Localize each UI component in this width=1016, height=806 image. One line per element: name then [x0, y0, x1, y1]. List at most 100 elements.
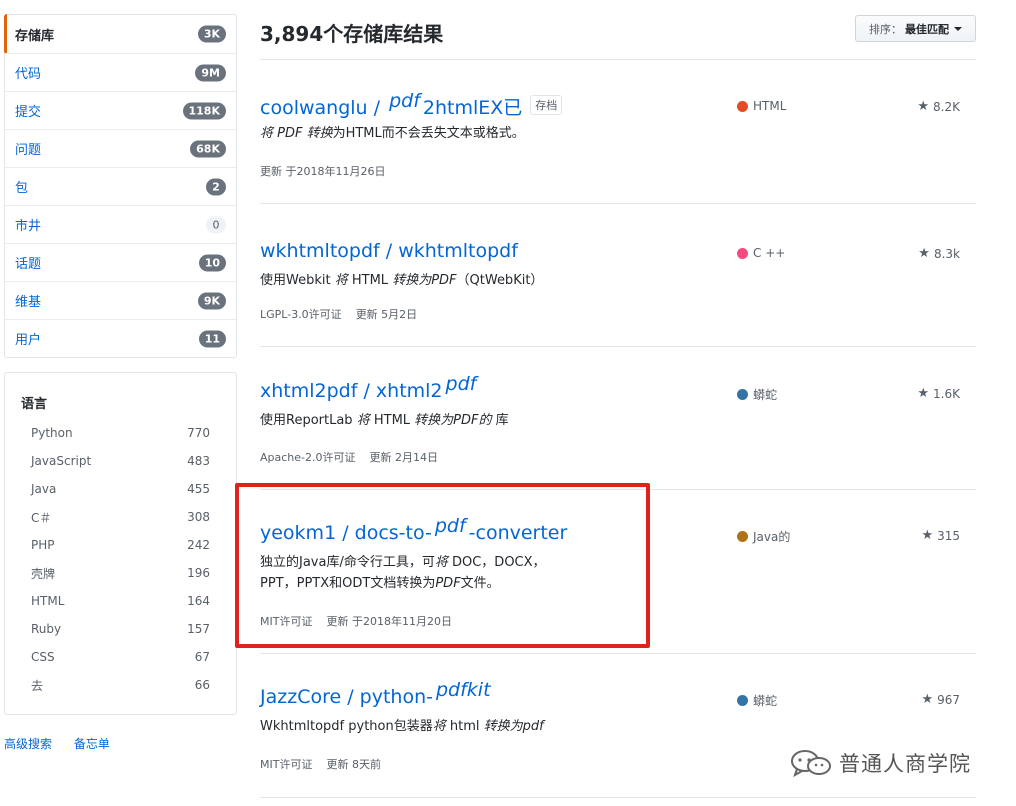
filter-menu-item[interactable]: 话题 10 [5, 243, 236, 281]
filter-menu-item[interactable]: 提交 118K [5, 91, 236, 129]
repo-star-count: 315 [937, 528, 960, 543]
repo-separator: / [367, 97, 387, 119]
repo-owner: JazzCore [260, 686, 342, 708]
filter-menu-label: 话题 [15, 257, 42, 272]
repo-divider [260, 203, 976, 204]
repo-separator: / [341, 686, 360, 708]
repo-language-name: Java的 [753, 530, 791, 544]
repo-language-name: 蟒蛇 [753, 388, 778, 402]
filter-menu-count: 118K [182, 102, 226, 119]
cheatsheet-link[interactable]: 备忘单 [74, 737, 110, 751]
language-filter-item[interactable]: JavaScript 483 [31, 451, 210, 471]
watermark: 普通人商学院 [789, 746, 989, 780]
filter-menu-label: 问题 [15, 143, 42, 158]
repo-owner: xhtml2pdf [260, 380, 358, 402]
language-filter-item[interactable]: CSS 67 [31, 647, 210, 667]
language-filter-item[interactable]: C＃ 308 [31, 507, 210, 527]
language-name: C＃ [31, 510, 52, 525]
filter-menu-label: 市井 [15, 219, 42, 234]
repo-title-link[interactable]: JazzCore / python-pdfkit [260, 679, 494, 708]
repo-stars-link[interactable]: ★ 315 [921, 528, 960, 543]
language-filter-title: 语言 [21, 397, 48, 412]
filter-menu-count: 3K [197, 25, 226, 43]
repo-owner: wkhtmltopdf [260, 240, 380, 262]
language-color-dot [737, 531, 748, 542]
language-count: 196 [187, 566, 210, 580]
repo-language: Java的 [737, 528, 790, 545]
filter-menu-item[interactable]: 用户 11 [5, 319, 236, 357]
description-fragment: 将 PDF 转换 [260, 126, 333, 141]
language-name: PHP [31, 538, 55, 552]
language-color-dot [737, 100, 748, 112]
description-fragment: 使用ReportLab [260, 413, 357, 428]
language-count: 770 [187, 426, 210, 440]
language-filter-item[interactable]: Python 770 [31, 423, 210, 443]
star-icon: ★ [921, 528, 934, 543]
language-filter-item[interactable]: Java 455 [31, 479, 210, 499]
language-count: 483 [187, 454, 210, 468]
description-fragment: html [445, 719, 484, 734]
repo-stars-link[interactable]: ★ 1.6K [917, 386, 960, 401]
description-fragment: Wkhtmltopdf python包装器 [260, 719, 433, 734]
description-fragment: HTML [347, 273, 393, 288]
archived-badge: 存档 [530, 95, 563, 115]
filter-menu-item[interactable]: 包2 [5, 167, 236, 205]
repo-divider [260, 346, 976, 347]
repo-name-part: python- [359, 686, 433, 708]
language-name: Python [31, 426, 73, 440]
sidebar-footer-links: 高级搜索 备忘单 [4, 735, 128, 752]
language-filter-box: 语言 Python 770 JavaScript 483 Java 455 C＃ 308 PHP… [4, 372, 237, 715]
repo-stars-link[interactable]: ★ 8.3k [918, 246, 960, 261]
repo-meta: MIT许可证 更新 8天前 [260, 756, 395, 772]
repo-stars-link[interactable]: ★ 8.2K [917, 99, 960, 114]
language-count: 157 [187, 622, 210, 636]
filter-menu-label: 存储库 [15, 28, 55, 44]
star-icon: ★ [921, 692, 934, 707]
watermark-text: 普通人商学院 [839, 752, 971, 776]
language-count: 67 [194, 650, 210, 664]
repo-title-link[interactable]: coolwanglu / pdf 2htmlEX已 存档 [260, 90, 563, 120]
description-fragment: 转换为pdf [483, 719, 544, 734]
language-filter-item[interactable]: HTML 164 [31, 591, 210, 611]
language-filter-item[interactable]: 去 66 [31, 675, 210, 695]
advanced-search-link[interactable]: 高级搜索 [4, 737, 52, 751]
filter-menu-item[interactable]: 存储库 3K [4, 14, 236, 54]
filter-menu: 存储库 3K 代码 9M 提交 118K 问题 68K 包 2 市井 0 话题 10 维基 9K 用户 11 [4, 14, 237, 358]
sort-dropdown-button[interactable]: 排序： 最佳匹配 [855, 15, 976, 42]
filter-menu-count: 9K [197, 292, 226, 309]
repo-divider [260, 797, 976, 798]
repo-separator: / [379, 240, 399, 262]
filter-menu-item[interactable]: 代码 9M [5, 53, 236, 91]
repo-title-link[interactable]: xhtml2pdf / xhtml2 pdf [260, 373, 479, 402]
repo-language-name: 蟒蛇 [753, 694, 778, 708]
repo-meta-item: 更新 于2018年11月26日 [260, 165, 386, 178]
star-icon: ★ [917, 386, 930, 401]
language-filter-item[interactable]: PHP 242 [31, 535, 210, 555]
star-icon: ★ [917, 99, 930, 114]
filter-menu-count: 0 [206, 216, 226, 233]
header-divider [260, 59, 976, 60]
language-count: 308 [187, 510, 210, 524]
filter-menu-label: 包 [15, 181, 29, 196]
repo-name-match: pdfkit [435, 679, 491, 701]
repo-stars-link[interactable]: ★ 967 [921, 692, 960, 707]
repo-meta-item: MIT许可证 [260, 758, 313, 771]
filter-menu-item[interactable]: 问题 68K [5, 129, 236, 167]
description-fragment: 库 [491, 413, 509, 428]
repo-star-count: 8.3k [933, 246, 960, 261]
filter-menu-item[interactable]: 市井 0 [5, 205, 236, 243]
filter-menu-count: 9M [195, 64, 226, 81]
repo-language: C ++ [737, 246, 785, 260]
repo-meta: Apache-2.0许可证 更新 2月14日 [260, 449, 452, 465]
repo-meta: LGPL-3.0许可证 更新 5月2日 [260, 306, 431, 322]
repo-language: 蟒蛇 [737, 692, 777, 709]
description-fragment: 将 [334, 273, 348, 288]
language-filter-item[interactable]: 壳牌 196 [31, 563, 210, 583]
language-count: 242 [187, 538, 210, 552]
repo-title-link[interactable]: wkhtmltopdf / wkhtmltopdf [260, 240, 518, 262]
star-icon: ★ [918, 246, 930, 261]
repo-description: 将 PDF 转换为HTML而不会丢失文本或格式。 [260, 123, 570, 144]
filter-menu-item[interactable]: 维基 9K [5, 281, 236, 319]
repo-name-part: xhtml2 [375, 380, 443, 402]
language-filter-item[interactable]: Ruby 157 [31, 619, 210, 639]
